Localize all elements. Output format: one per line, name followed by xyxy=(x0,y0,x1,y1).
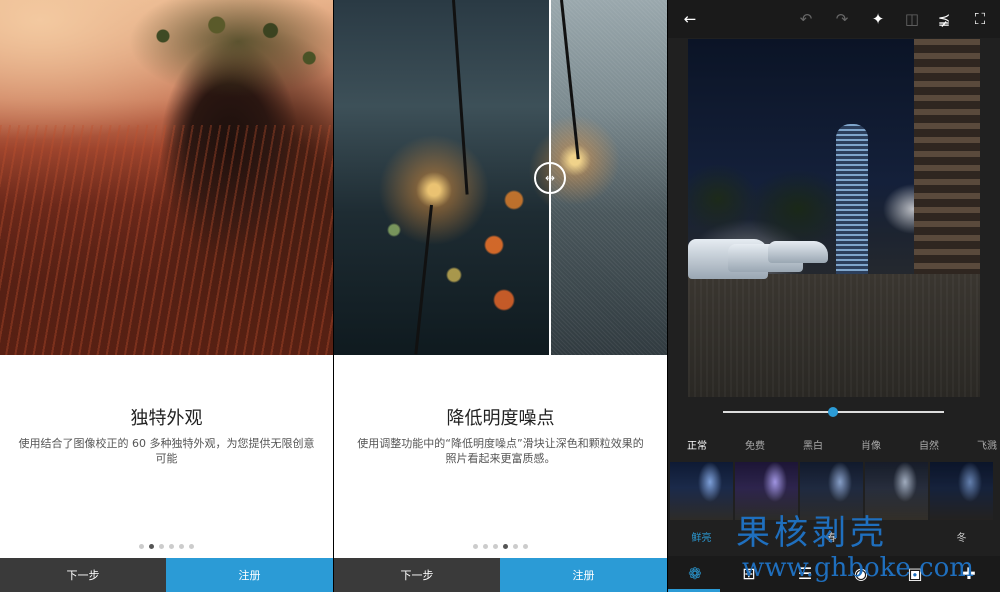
register-button[interactable]: 注册 xyxy=(500,558,667,592)
back-arrow-icon[interactable]: ← xyxy=(680,9,700,29)
category-tab[interactable]: 免费 xyxy=(726,437,784,455)
onboarding-screen-noise: ↔ 降低明度噪点 使用调整功能中的“降低明度噪点”滑块让深色和颗粒效果的照片看起… xyxy=(334,0,667,592)
page-dot-active xyxy=(503,544,508,549)
page-dot xyxy=(483,544,488,549)
category-tab[interactable]: 正常 xyxy=(668,437,726,455)
look-thumbnail[interactable] xyxy=(930,462,993,520)
sparkler-stick xyxy=(414,204,433,355)
look-categories: 正常 免费 黑白 肖像 自然 飞溅 xyxy=(668,437,1000,455)
look-thumbnail[interactable] xyxy=(670,462,733,520)
looks-icon[interactable]: ❁ xyxy=(684,563,706,585)
onboarding-title: 降低明度噪点 xyxy=(446,408,555,429)
page-dot xyxy=(523,544,528,549)
page-indicator xyxy=(0,544,333,549)
page-dot xyxy=(159,544,164,549)
watermark-url: www.ghboke.com xyxy=(742,553,974,583)
onboarding-actions: 下一步 注册 xyxy=(0,558,333,592)
page-dot xyxy=(473,544,478,549)
compare-handle[interactable]: ↔ xyxy=(534,162,566,194)
page-dot xyxy=(189,544,194,549)
right-building xyxy=(914,39,980,279)
road xyxy=(688,274,980,397)
page-dot xyxy=(493,544,498,549)
page-dot xyxy=(139,544,144,549)
editor-toolbar: ← ↶ ↷ ✦ ◫ ⪵ ⛶ xyxy=(668,0,1000,38)
thumbnail-label: 鲜亮 xyxy=(691,533,712,544)
sparkler-photo: ↔ xyxy=(334,0,667,355)
car xyxy=(768,241,828,263)
onboarding-actions: 下一步 注册 xyxy=(334,558,667,592)
page-dot xyxy=(169,544,174,549)
page-indicator xyxy=(334,544,667,549)
onboarding-description: 使用结合了图像校正的 60 多种独特外观，为您提供无限创意可能 xyxy=(18,437,315,465)
fullscreen-icon[interactable]: ⛶ xyxy=(970,9,990,29)
page-dot xyxy=(179,544,184,549)
redo-icon[interactable]: ↷ xyxy=(832,9,852,29)
category-tab[interactable]: 肖像 xyxy=(842,437,900,455)
page-dot-active xyxy=(149,544,154,549)
strength-slider-knob[interactable] xyxy=(828,407,838,417)
onboarding-screen-looks: 独特外观 使用结合了图像校正的 60 多种独特外观，为您提供无限创意可能 下一步… xyxy=(0,0,333,592)
watermark-title: 果核剥壳 xyxy=(736,513,888,553)
undo-icon[interactable]: ↶ xyxy=(796,9,816,29)
flower-crown xyxy=(120,0,333,102)
magic-wand-icon[interactable]: ✦ xyxy=(868,9,888,29)
category-tab[interactable]: 自然 xyxy=(900,437,958,455)
register-button[interactable]: 注册 xyxy=(166,558,333,592)
page-dot xyxy=(513,544,518,549)
onboarding-description: 使用调整功能中的“降低明度噪点”滑块让深色和颗粒效果的照片看起来更富质感。 xyxy=(357,437,644,465)
photo-editor-screen: ← ↶ ↷ ✦ ◫ ⪵ ⛶ 正常 免费 黑白 肖像 自然 飞溅 鲜亮 春 冬 ❁ xyxy=(668,0,1000,592)
grass-overlay xyxy=(0,125,333,355)
onboarding-title: 独特外观 xyxy=(130,408,203,429)
category-tab[interactable]: 黑白 xyxy=(784,437,842,455)
tower-building xyxy=(836,124,868,294)
portrait-photo xyxy=(0,0,333,355)
compare-icon[interactable]: ◫ xyxy=(902,9,922,29)
thumbnail-label: 冬 xyxy=(956,533,967,544)
share-icon[interactable]: ⪵ xyxy=(934,9,954,29)
sparkler-stick xyxy=(452,0,469,195)
category-tab[interactable]: 飞溅 xyxy=(958,437,1000,455)
next-button[interactable]: 下一步 xyxy=(0,558,166,592)
next-button[interactable]: 下一步 xyxy=(334,558,500,592)
edited-photo-canvas[interactable] xyxy=(688,39,980,397)
